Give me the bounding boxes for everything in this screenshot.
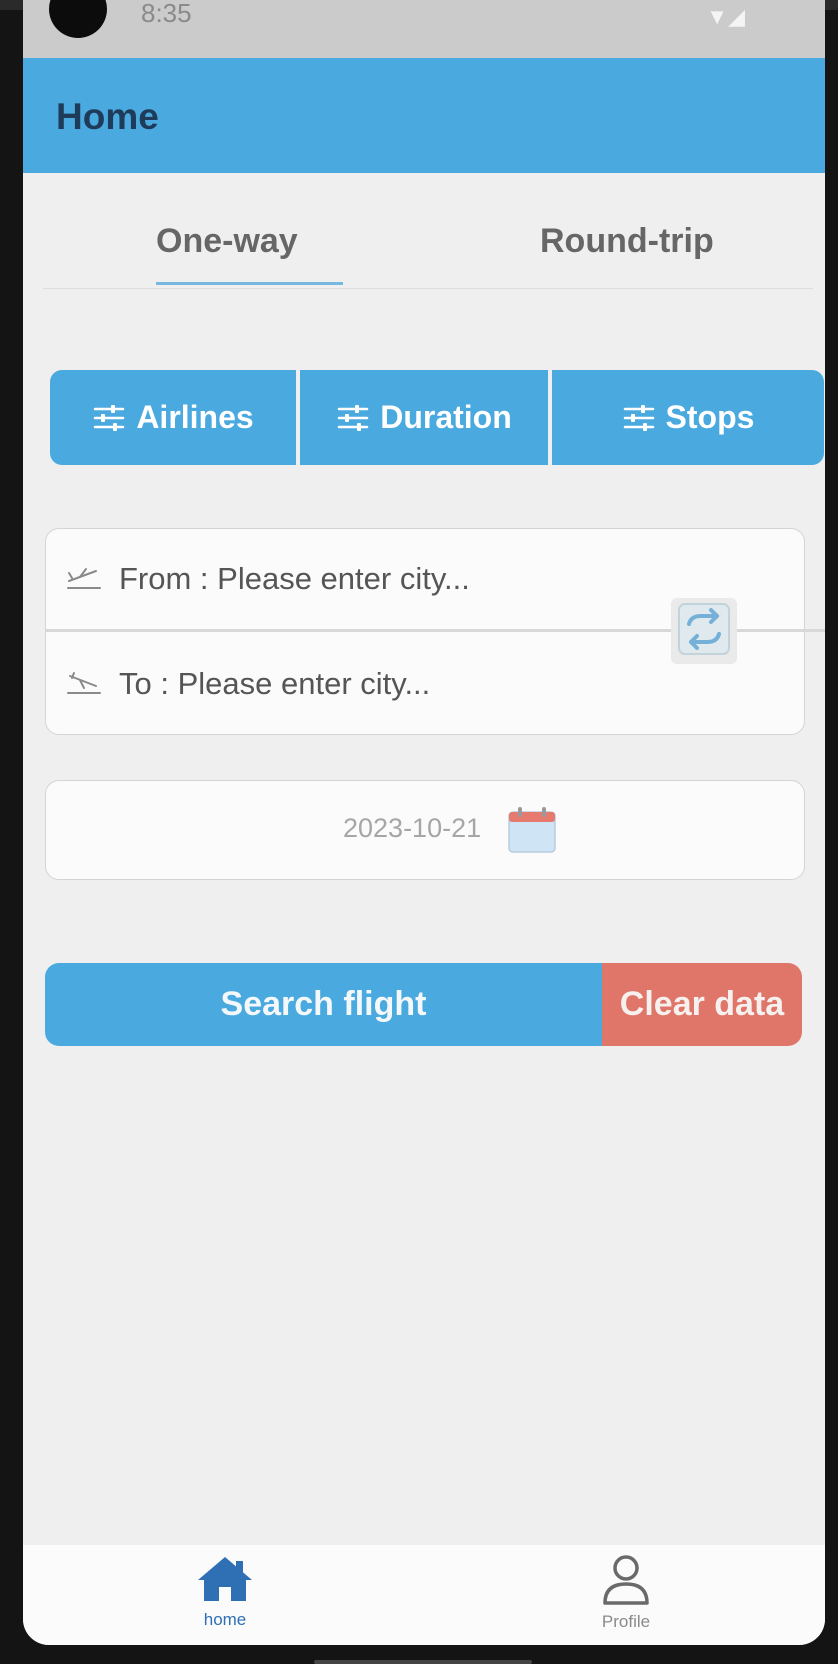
page-title: Home: [56, 96, 159, 137]
sliders-icon: [622, 403, 656, 433]
tab-indicator: [156, 282, 343, 285]
system-home-indicator: [314, 1660, 532, 1664]
app-bar: Home: [23, 58, 825, 173]
stops-filter-label: Stops: [665, 399, 755, 435]
tab-round-trip[interactable]: Round-trip: [540, 222, 714, 261]
date-picker-field[interactable]: 2023-10-21: [45, 780, 805, 880]
airlines-filter-label: Airlines: [136, 399, 254, 435]
duration-filter-label: Duration: [380, 399, 512, 435]
plane-landing-icon: [66, 670, 102, 701]
route-card: From : Please enter city... To : Please …: [45, 528, 825, 735]
from-city-placeholder: From : Please enter city...: [119, 561, 470, 596]
clear-data-button[interactable]: Clear data: [602, 963, 802, 1046]
signal-icon: ▼◢: [706, 4, 745, 29]
departure-date: 2023-10-21: [343, 813, 482, 843]
tab-one-way[interactable]: One-way: [156, 222, 298, 261]
sliders-icon: [336, 403, 370, 433]
camera-cutout: [49, 0, 107, 38]
to-city-placeholder: To : Please enter city...: [119, 666, 431, 701]
search-flight-button[interactable]: Search flight: [45, 963, 602, 1046]
plane-takeoff-icon: [66, 565, 102, 596]
calendar-icon[interactable]: [507, 806, 557, 859]
status-bar: 8:35 ▼◢: [23, 0, 825, 58]
phone-screen: 8:35 ▼◢ Home One-way Round-trip Airlines…: [23, 0, 825, 1645]
filter-bar: Airlines Duration Stops: [50, 370, 824, 465]
profile-icon: [600, 1555, 652, 1611]
sliders-icon: [92, 403, 126, 433]
nav-home-label: home: [203, 1610, 247, 1629]
nav-profile-label: Profile: [601, 1612, 651, 1631]
nav-home[interactable]: home: [165, 1553, 285, 1630]
trip-type-tabs: One-way Round-trip: [43, 196, 813, 289]
nav-profile[interactable]: Profile: [566, 1553, 686, 1632]
swap-icon: [677, 602, 731, 661]
bottom-navigation: home Profile: [23, 1545, 825, 1645]
home-icon: [195, 1557, 255, 1609]
airlines-filter-button[interactable]: Airlines: [50, 370, 296, 465]
duration-filter-button[interactable]: Duration: [300, 370, 548, 465]
status-time: 8:35: [141, 0, 192, 28]
stops-filter-button[interactable]: Stops: [552, 370, 824, 465]
swap-cities-button[interactable]: [671, 598, 737, 664]
